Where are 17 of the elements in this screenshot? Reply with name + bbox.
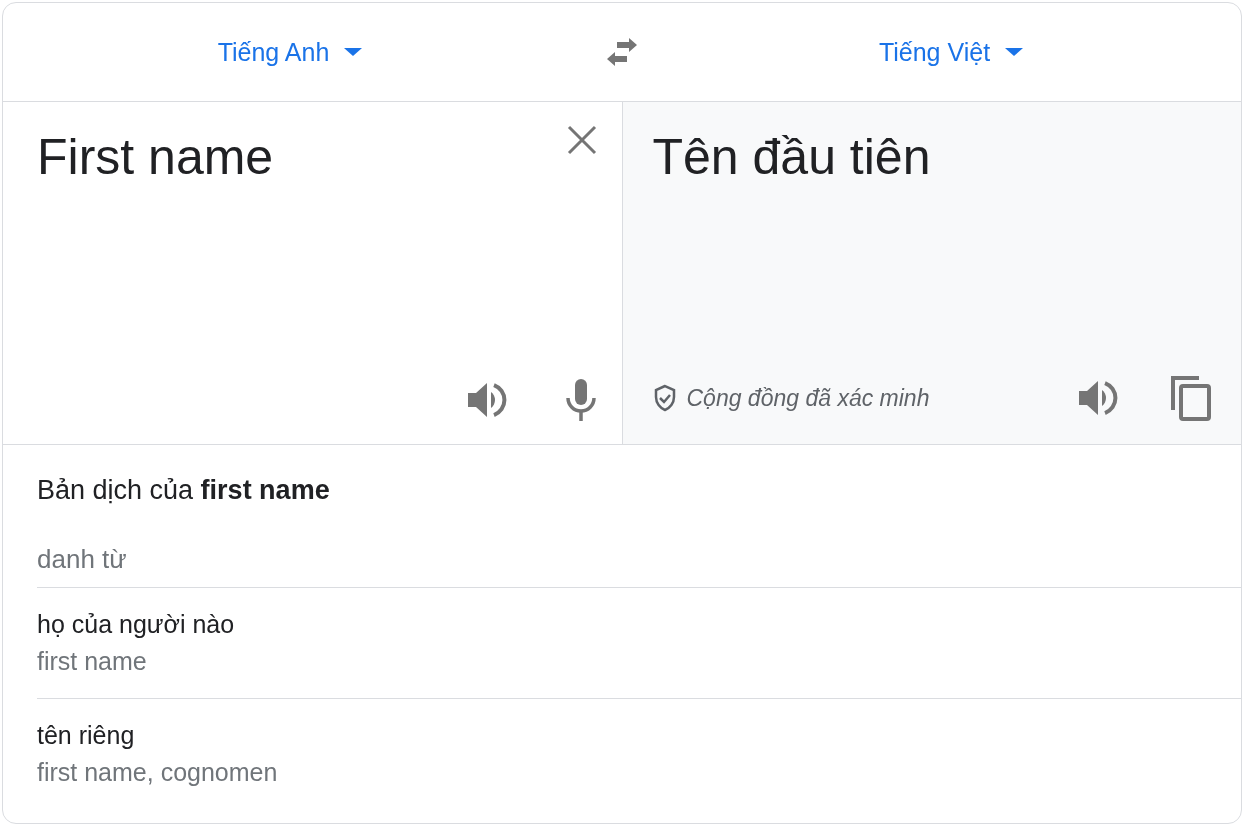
part-of-speech: danh từ xyxy=(37,544,128,576)
source-language-selector[interactable]: Tiếng Anh xyxy=(211,33,370,71)
dictionary-heading: Bản dịch của first name xyxy=(37,475,331,506)
translation-term: tên riêng xyxy=(37,721,136,750)
target-language-selector[interactable]: Tiếng Việt xyxy=(872,33,1031,71)
copy-icon[interactable] xyxy=(1169,374,1213,422)
synonyms: first name xyxy=(37,647,148,676)
caret-icon xyxy=(1004,47,1025,57)
translated-text: Tên đầu tiên xyxy=(652,128,931,186)
synonyms: first name, cognomen xyxy=(37,758,279,787)
verified-label: Cộng đồng đã xác minh xyxy=(686,384,930,412)
caret-icon xyxy=(343,47,364,57)
microphone-icon[interactable] xyxy=(563,378,598,422)
close-icon[interactable] xyxy=(565,124,598,156)
source-text[interactable]: First name xyxy=(37,124,274,186)
shield-check-icon xyxy=(652,384,677,412)
translation-term: họ của người nào xyxy=(37,610,236,639)
